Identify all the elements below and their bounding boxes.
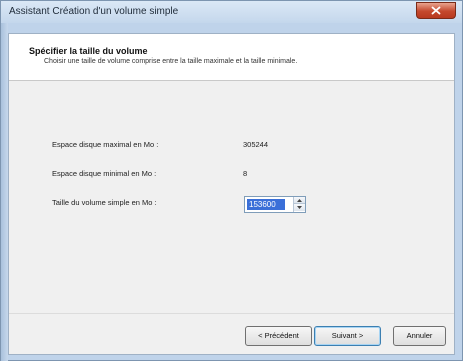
volume-size-stepper[interactable]: 153600 (244, 196, 306, 213)
close-icon (431, 6, 441, 15)
max-size-label: Espace disque maximal en Mo : (52, 140, 159, 149)
previous-button[interactable]: < Précédent (245, 326, 312, 346)
stepper-buttons (293, 197, 305, 212)
next-button[interactable]: Suivant > (314, 326, 381, 346)
window-title: Assistant Création d'un volume simple (9, 6, 179, 17)
chevron-up-icon (297, 199, 302, 202)
cancel-button[interactable]: Annuler (393, 326, 446, 346)
wizard-header: Spécifier la taille du volume Choisir un… (9, 34, 454, 81)
footer-divider (9, 313, 454, 314)
min-size-label: Espace disque minimal en Mo : (52, 169, 157, 178)
volume-size-label: Taille du volume simple en Mo : (52, 198, 157, 207)
min-size-value: 8 (243, 169, 248, 178)
page-title: Spécifier la taille du volume (29, 46, 148, 56)
volume-size-input[interactable] (246, 198, 292, 211)
page-subtitle: Choisir une taille de volume comprise en… (44, 58, 298, 65)
chevron-down-icon (297, 206, 302, 209)
max-size-value: 305244 (243, 140, 269, 149)
wizard-window: Assistant Création d'un volume simple Sp… (0, 0, 463, 361)
title-bar[interactable]: Assistant Création d'un volume simple (1, 1, 462, 23)
window-frame-edge (1, 23, 8, 361)
stepper-down-button[interactable] (294, 204, 305, 211)
wizard-content: Spécifier la taille du volume Choisir un… (8, 33, 455, 355)
close-button[interactable] (416, 2, 456, 19)
stepper-up-button[interactable] (294, 197, 305, 204)
